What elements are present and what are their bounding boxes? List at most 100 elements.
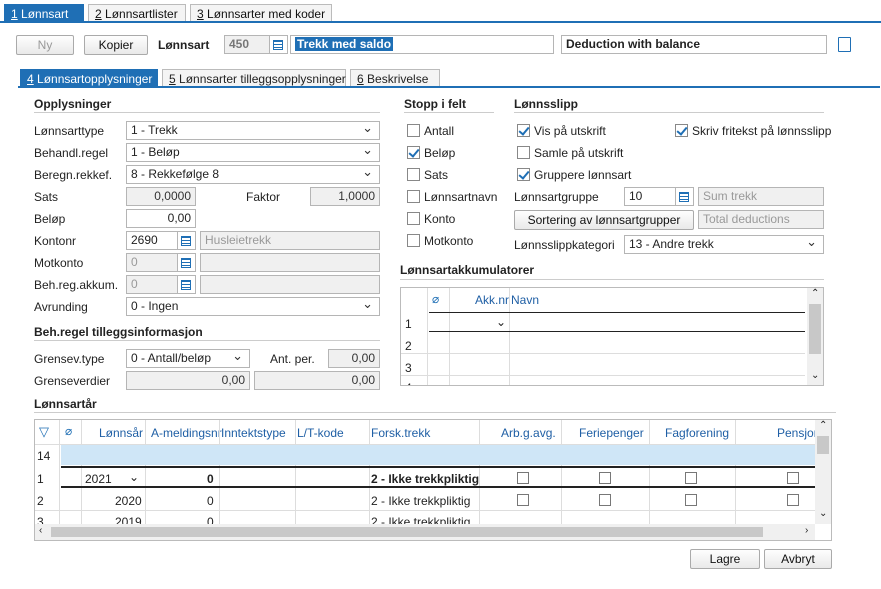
lookup-icon[interactable] [178, 231, 196, 250]
aar-row-ameldingsnr: 0 [207, 494, 214, 508]
chevron-down-icon[interactable]: ⌄ [129, 470, 139, 484]
kategori-select[interactable]: 13 - Andre trekk [624, 235, 824, 254]
aar-col-arbgavg[interactable]: Arb.g.avg. [501, 426, 556, 440]
lonnsartgruppe-field[interactable]: 10 [624, 187, 676, 206]
aar-arbgavg-checkbox[interactable] [517, 472, 529, 484]
aar-vertical-scrollbar[interactable]: ⌃ ⌄ [815, 420, 831, 524]
aar-row-year[interactable]: 2021 [85, 472, 112, 486]
samle-checkbox[interactable] [517, 146, 530, 159]
behreg-description [200, 275, 380, 294]
aar-fagforening-checkbox[interactable] [685, 472, 697, 484]
aar-col-ltkode[interactable]: L/T-kode [297, 426, 344, 440]
avrunding-select[interactable]: 0 - Ingen [126, 297, 380, 316]
aar-pensjon-checkbox[interactable] [787, 494, 799, 506]
chevron-down-icon[interactable]: ⌄ [496, 315, 506, 329]
lonnsartgruppe-description: Sum trekk [698, 187, 824, 206]
stopp-antall-label: Antall [424, 124, 455, 138]
gruppere-checkbox[interactable] [517, 168, 530, 181]
aar-pensjon-checkbox[interactable] [787, 472, 799, 484]
antper-field[interactable]: 0,00 [328, 349, 380, 368]
motkonto-label: Motkonto [34, 256, 84, 270]
aar-grid[interactable]: ▽ ⌀ Lønnsår A-meldingsnr Inntektstype L/… [34, 419, 832, 541]
slipp-title: Lønnsslipp [514, 97, 578, 111]
total-deductions-field: Total deductions [698, 210, 824, 229]
lonnsart-number-field[interactable]: 450 [224, 35, 270, 54]
motkonto-field[interactable]: 0 [126, 253, 178, 272]
aar-col-pensjon[interactable]: Pensjon [777, 426, 820, 440]
lonnsart-name-field[interactable]: Trekk med saldo [290, 35, 554, 54]
aar-row-ameldingsnr: 0 [207, 472, 214, 486]
tab-lonnsart[interactable]: 1 Lønnsart [4, 4, 84, 22]
tab-beskrivelse[interactable]: 6 Beskrivelse [350, 69, 440, 87]
vis-pa-utskrift-checkbox[interactable] [517, 124, 530, 137]
note-icon[interactable] [838, 37, 851, 52]
akk-scrollbar[interactable]: ⌃ ⌄ [807, 288, 823, 385]
stopp-belop-label: Beløp [424, 146, 456, 160]
grenseverdi-1-field[interactable]: 0,00 [126, 371, 250, 390]
stopp-motkonto-checkbox[interactable] [407, 234, 420, 247]
vis-pa-utskrift-label: Vis på utskrift [534, 124, 606, 138]
aar-fagforening-checkbox[interactable] [685, 494, 697, 506]
tab-lonnsarter-tilleggsopplysninger[interactable]: 5 Lønnsarter tilleggsopplysninger [162, 69, 346, 87]
grenseverdi-2-field[interactable]: 0,00 [254, 371, 380, 390]
aar-arbgavg-checkbox[interactable] [517, 494, 529, 506]
filter-row[interactable] [61, 445, 815, 465]
behandl-select[interactable]: 1 - Beløp [126, 143, 380, 162]
akk-col-akknr[interactable]: Akk.nr [475, 293, 509, 307]
stopp-belop-checkbox[interactable] [407, 146, 420, 159]
stopp-sats-label: Sats [424, 168, 449, 182]
lookup-icon[interactable] [270, 35, 288, 54]
aar-col-inntektstype[interactable]: Inntektstype [221, 426, 286, 440]
sats-field[interactable]: 0,0000 [126, 187, 196, 206]
antper-label: Ant. per. [270, 352, 315, 366]
stopp-konto-label: Konto [424, 212, 456, 226]
cancel-button[interactable]: Avbryt [764, 549, 832, 569]
faktor-field[interactable]: 1,0000 [310, 187, 380, 206]
stopp-konto-checkbox[interactable] [407, 212, 420, 225]
skriv-fritekst-checkbox[interactable] [675, 124, 688, 137]
aar-col-fagforening[interactable]: Fagforening [665, 426, 729, 440]
copy-button[interactable]: Kopier [84, 35, 148, 55]
divider [34, 340, 380, 341]
tab-lonnsartopplysninger[interactable]: 4 Lønnsartopplysninger [20, 69, 158, 87]
aar-col-forsk[interactable]: Forsk.trekk [371, 426, 430, 440]
grenseverdier-label: Grenseverdier [34, 374, 111, 388]
samle-label: Samle på utskrift [534, 146, 624, 160]
stopp-sats-checkbox[interactable] [407, 168, 420, 181]
filter-icon[interactable]: ▽ [39, 424, 49, 440]
lookup-icon[interactable] [178, 253, 196, 272]
akk-grid[interactable]: ⌀ Akk.nr Navn 1 ⌄ 2 3 4 ⌃ ⌄ [400, 287, 824, 386]
behreg-label: Beh.reg.akkum. [34, 278, 119, 292]
motkonto-description [200, 253, 380, 272]
behreg-field[interactable]: 0 [126, 275, 178, 294]
grensev-select[interactable]: 0 - Antall/beløp [126, 349, 250, 368]
beregn-select[interactable]: 8 - Rekkefølge 8 [126, 165, 380, 184]
behandl-label: Behandl.regel [34, 146, 109, 160]
tab-lonnsartlister[interactable]: 2 Lønnsartlister [88, 4, 186, 22]
attachment-icon: ⌀ [65, 424, 73, 438]
akk-col-navn[interactable]: Navn [511, 293, 539, 307]
aar-feriepenger-checkbox[interactable] [599, 494, 611, 506]
sortering-button[interactable]: Sortering av lønnsartgrupper [514, 210, 694, 230]
aar-horizontal-scrollbar[interactable]: ‹ › [35, 524, 815, 540]
tab-underline [0, 21, 881, 23]
save-button[interactable]: Lagre [690, 549, 760, 569]
aar-col-feriepenger[interactable]: Feriepenger [579, 426, 644, 440]
aar-col-ameldingsnr[interactable]: A-meldingsnr [151, 426, 222, 440]
stopp-lonnsartnavn-checkbox[interactable] [407, 190, 420, 203]
lonnsarttype-select[interactable]: 1 - Trekk [126, 121, 380, 140]
belop-field[interactable]: 0,00 [126, 209, 196, 228]
kontonr-field[interactable]: 2690 [126, 231, 178, 250]
kontonr-description: Husleietrekk [200, 231, 380, 250]
stopp-antall-checkbox[interactable] [407, 124, 420, 137]
aar-row-forsk: 2 - Ikke trekkpliktig [371, 494, 471, 508]
lookup-icon[interactable] [178, 275, 196, 294]
aar-col-lonnsar[interactable]: Lønnsår [99, 426, 143, 440]
lonnsartgruppe-label: Lønnsartgruppe [514, 190, 599, 204]
aar-feriepenger-checkbox[interactable] [599, 472, 611, 484]
lonnsart-name-en-field[interactable]: Deduction with balance [561, 35, 827, 54]
kategori-label: Lønnsslippkategori [514, 238, 615, 252]
tab-lonnsarter-med-koder[interactable]: 3 Lønnsarter med koder [190, 4, 332, 22]
lookup-icon[interactable] [676, 187, 694, 206]
new-button[interactable]: Ny [16, 35, 74, 55]
